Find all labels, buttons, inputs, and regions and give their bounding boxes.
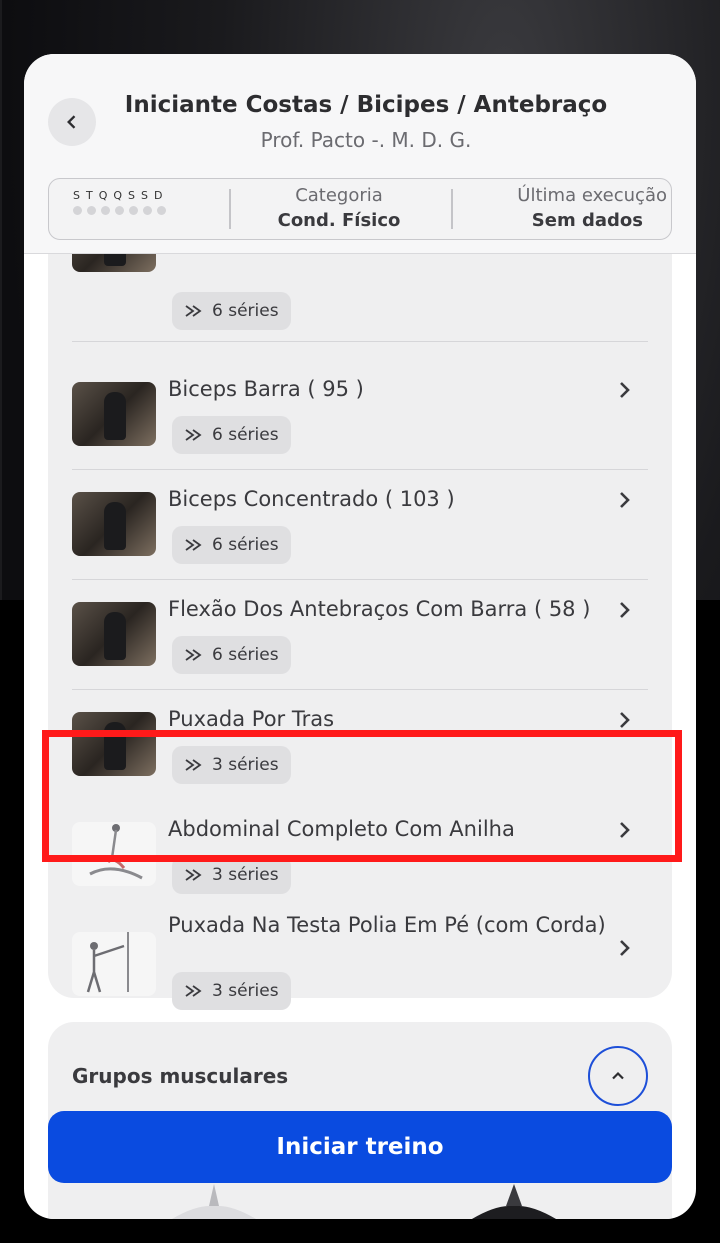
series-icon <box>185 759 202 771</box>
series-badge: 6 séries <box>172 636 291 674</box>
series-icon <box>185 539 202 551</box>
series-badge: 6 séries <box>172 292 291 330</box>
series-icon <box>185 985 202 997</box>
list-item[interactable]: Puxada Por Tras 3 séries <box>72 690 648 800</box>
workout-sheet: 6 séries Biceps Barra ( 95 ) 6 séries Bi… <box>24 54 696 1219</box>
list-item[interactable]: Puxada Na Testa Polia Em Pé (com Corda) … <box>72 910 648 1040</box>
collapse-button[interactable] <box>588 1046 648 1106</box>
exercise-name: Abdominal Completo Com Anilha <box>168 817 515 841</box>
chevron-right-icon <box>620 602 630 618</box>
exercise-name: Puxada Por Tras <box>168 707 335 731</box>
exercise-illustration <box>89 824 143 880</box>
workout-header: Iniciante Costas / Bicipes / Antebraço P… <box>24 54 696 254</box>
exercise-name: Biceps Barra ( 95 ) <box>168 377 364 401</box>
divider <box>451 189 453 229</box>
chevron-right-icon <box>620 940 630 956</box>
last-execution-label: Última execução <box>517 185 667 206</box>
chevron-up-icon <box>612 1071 624 1080</box>
category-info: Categoria Cond. Físico <box>239 185 439 231</box>
category-value: Cond. Físico <box>277 210 401 231</box>
exercise-name: Biceps Concentrado ( 103 ) <box>168 487 455 511</box>
list-item[interactable]: Biceps Concentrado ( 103 ) 6 séries <box>72 470 648 580</box>
divider <box>72 340 648 342</box>
exercise-thumbnail <box>72 712 156 776</box>
series-icon <box>185 305 202 317</box>
chevron-right-icon <box>620 382 630 398</box>
chevron-right-icon <box>620 712 630 728</box>
series-icon <box>185 869 202 881</box>
weekdays-letters: STQQSSD <box>73 189 169 202</box>
weekdays-dots <box>63 206 213 215</box>
list-item[interactable]: Flexão Dos Antebraços Com Barra ( 58 ) 6… <box>72 580 648 690</box>
page-title: Iniciante Costas / Bicipes / Antebraço <box>124 92 608 118</box>
last-execution-info: Última execução Sem dados <box>459 185 669 231</box>
trainer-name: Prof. Pacto -. M. D. G. <box>260 128 472 152</box>
body-back-figure <box>471 1184 557 1219</box>
exercise-thumbnail <box>72 932 156 996</box>
chevron-left-icon <box>67 115 76 129</box>
series-badge: 3 séries <box>172 972 291 1010</box>
workout-info-box: STQQSSD Categoria Cond. Físico Última ex… <box>48 178 672 240</box>
start-workout-button[interactable]: Iniciar treino <box>48 1111 672 1183</box>
list-item[interactable]: Abdominal Completo Com Anilha 3 séries <box>72 800 648 910</box>
category-label: Categoria <box>295 185 383 206</box>
chevron-right-icon <box>620 822 630 838</box>
series-icon <box>185 649 202 661</box>
last-execution-value: Sem dados <box>531 210 643 231</box>
series-badge: 6 séries <box>172 526 291 564</box>
exercise-thumbnail <box>72 382 156 446</box>
exercise-name: Puxada Na Testa Polia Em Pé (com Corda) <box>168 913 606 937</box>
muscle-groups-title: Grupos musculares <box>72 1064 289 1088</box>
series-badge: 6 séries <box>172 416 291 454</box>
series-badge: 3 séries <box>172 856 291 894</box>
chevron-right-icon <box>620 492 630 508</box>
exercise-thumbnail <box>72 492 156 556</box>
exercise-list: 6 séries Biceps Barra ( 95 ) 6 séries Bi… <box>48 174 672 1010</box>
exercise-name: Flexão Dos Antebraços Com Barra ( 58 ) <box>168 597 591 621</box>
exercise-thumbnail <box>72 822 156 886</box>
weekdays-indicator: STQQSSD <box>63 189 213 215</box>
list-item[interactable]: Biceps Barra ( 95 ) 6 séries <box>72 360 648 470</box>
divider <box>229 189 231 229</box>
series-badge: 3 séries <box>172 746 291 784</box>
exercise-thumbnail <box>72 602 156 666</box>
back-button[interactable] <box>48 98 96 146</box>
body-front-figure <box>171 1184 257 1219</box>
series-icon <box>185 429 202 441</box>
exercise-illustration <box>86 932 129 993</box>
